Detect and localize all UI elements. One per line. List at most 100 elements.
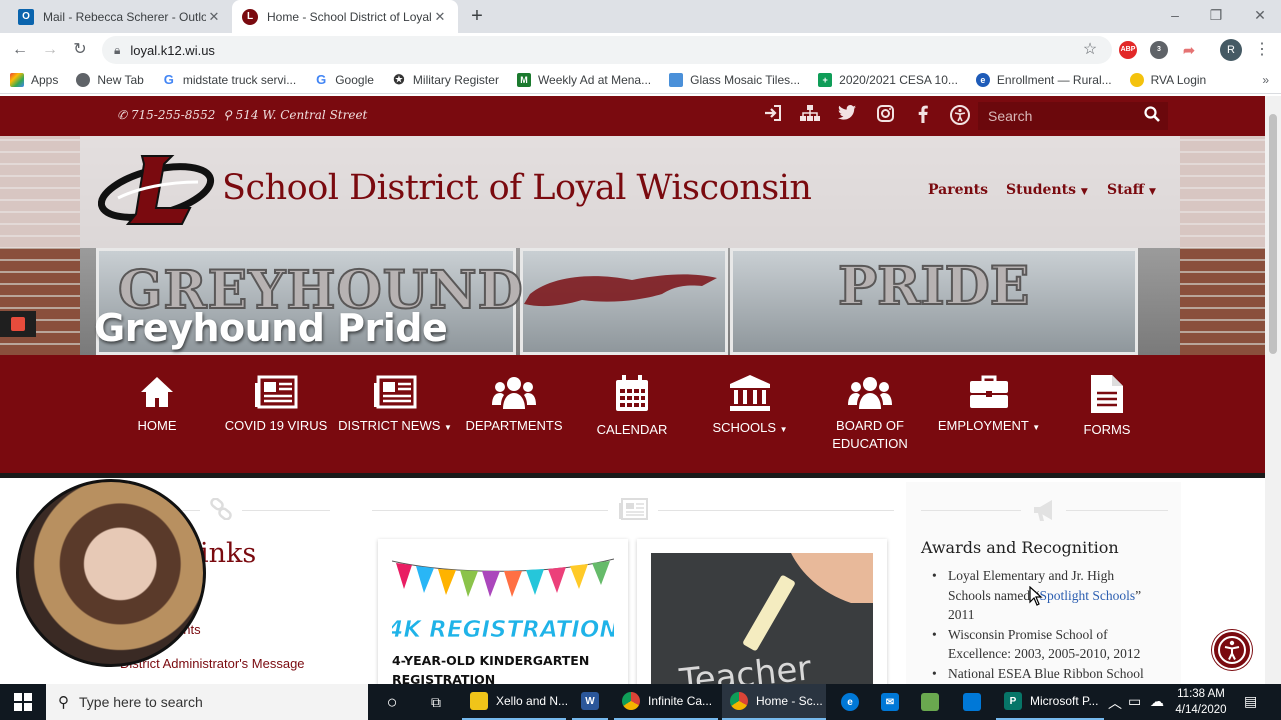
facebook-icon[interactable] (912, 105, 934, 127)
taskbar-app-publisher[interactable]: P Microsoft P... (996, 684, 1104, 720)
more-bookmarks-icon[interactable]: » (1262, 73, 1269, 87)
bookmark-label: Enrollment — Rural... (996, 72, 1112, 87)
nav-parents[interactable]: Parents (928, 182, 988, 198)
taskbar-app-mail[interactable]: ✉ (874, 684, 906, 720)
divider (658, 510, 894, 511)
accessibility-widget-button[interactable] (1212, 630, 1252, 670)
new-tab-button[interactable]: + (466, 5, 488, 27)
publisher-icon: P (1004, 692, 1022, 710)
main-nav-covid19[interactable]: COVID 19 VIRUS (211, 375, 341, 435)
close-icon[interactable]: ✕ (432, 9, 448, 25)
windows-logo-icon (14, 693, 32, 711)
start-button[interactable] (0, 684, 46, 720)
network-icon[interactable]: ▭ (1128, 693, 1141, 710)
main-nav-board-of-education[interactable]: BOARD OF EDUCATION (805, 375, 935, 453)
bookmark-midstate[interactable]: Gmidstate truck servi... (162, 72, 296, 87)
taskbar-app-store[interactable] (956, 684, 988, 720)
bookmark-label: New Tab (97, 72, 144, 87)
bookmarks-bar: Apps New Tab Gmidstate truck servi... GG… (0, 66, 1281, 94)
list-item: Wisconsin Promise School of Excellence: … (930, 625, 1155, 664)
webcam-overlay (16, 479, 206, 667)
nav-students[interactable]: Students ▼ (1006, 182, 1088, 198)
caret-down-icon: ▼ (1080, 187, 1088, 197)
reload-icon[interactable]: ↻ (68, 38, 92, 62)
main-nav-label: COVID 19 VIRUS (224, 418, 328, 433)
news-card-teacher[interactable]: Teacher (637, 539, 887, 684)
cortana-icon[interactable]: ○ (380, 684, 404, 720)
site-title[interactable]: School District of Loyal Wisconsin (222, 168, 812, 208)
bookmark-military-register[interactable]: ✪ Military Register (392, 72, 498, 87)
bookmark-star-icon[interactable]: ☆ (1078, 38, 1102, 62)
bookmark-rva-login[interactable]: RVA Login (1129, 72, 1206, 87)
bookmark-weekly-ad[interactable]: M Weekly Ad at Mena... (516, 72, 651, 87)
tab-outlook-mail[interactable]: O Mail - Rebecca Scherer - Outlook ✕ (8, 0, 232, 33)
onedrive-cloud-icon[interactable]: ☁ (1150, 693, 1164, 710)
bookmark-label: Glass Mosaic Tiles... (690, 72, 801, 87)
site-top-bar: ✆ 715-255-8552 ⚲ 514 W. Central Street (0, 96, 1265, 136)
scrollbar-thumb[interactable] (1269, 114, 1277, 354)
awards-heading: Awards and Recognition (921, 538, 1119, 557)
close-icon[interactable]: ✕ (206, 9, 222, 25)
plus-sheet-icon: + (818, 72, 833, 87)
search-icon[interactable] (1144, 106, 1160, 126)
taskbar-app-chrome-infinite-campus[interactable]: Infinite Ca... (614, 684, 718, 720)
taskbar-search[interactable]: ⚲ Type here to search (46, 684, 368, 720)
bookmark-cesa[interactable]: +2020/2021 CESA 10... (818, 72, 958, 87)
taskbar-app-file-explorer[interactable]: Xello and N... (462, 684, 568, 720)
main-nav-home[interactable]: HOME (92, 375, 222, 435)
bookmark-apps[interactable]: Apps (10, 72, 58, 87)
address-contact[interactable]: ⚲ 514 W. Central Street (223, 108, 367, 122)
extension-badge-icon[interactable]: 3 (1150, 41, 1168, 59)
main-nav-forms[interactable]: FORMS (1042, 375, 1172, 439)
close-window-button[interactable]: ✕ (1240, 4, 1280, 26)
maximize-button[interactable]: ❐ (1196, 4, 1236, 26)
loyal-l-logo-icon[interactable] (98, 152, 216, 230)
instagram-icon[interactable] (874, 105, 896, 127)
notifications-icon[interactable]: ▤ (1244, 693, 1257, 710)
taskbar-app-word[interactable]: W (572, 684, 608, 720)
bookmark-google[interactable]: G Google (314, 72, 374, 87)
edge-icon: e (841, 693, 859, 711)
phone-contact[interactable]: ✆ 715-255-8552 (117, 108, 215, 122)
recording-indicator[interactable] (0, 311, 36, 337)
task-view-icon[interactable]: ⧉ (424, 684, 448, 720)
site-search-input[interactable] (988, 106, 1138, 126)
nav-staff[interactable]: Staff ▼ (1107, 182, 1156, 198)
bookmark-new-tab[interactable]: New Tab (76, 72, 144, 87)
nav-label: Staff (1107, 182, 1145, 198)
main-nav-schools[interactable]: SCHOOLS ▼ (685, 375, 815, 439)
bookmark-glass-mosaic[interactable]: Glass Mosaic Tiles... (669, 72, 801, 87)
spotlight-schools-link[interactable]: Spotlight Schools (1039, 588, 1135, 603)
word-icon: W (581, 692, 599, 710)
taskbar-app-label: Infinite Ca... (648, 694, 713, 708)
main-nav-district-news[interactable]: DISTRICT NEWS ▼ (330, 375, 460, 437)
share-extension-icon[interactable]: ➦ (1180, 41, 1198, 59)
profile-avatar[interactable]: R (1220, 39, 1242, 61)
twitter-icon[interactable] (836, 105, 858, 127)
sign-in-icon[interactable] (762, 105, 784, 127)
news-card-4k-registration[interactable]: 4K REGISTRATION 4-YEAR-OLD KINDERGARTEN … (378, 539, 628, 684)
clock-time: 11:38 AM (1177, 688, 1225, 700)
taskbar-app-computer[interactable] (914, 684, 946, 720)
newspaper-icon (374, 375, 417, 409)
accessibility-icon[interactable] (949, 105, 971, 127)
main-nav-calendar[interactable]: CALENDAR (567, 375, 697, 439)
taskbar-app-chrome-home[interactable]: Home - Sc... (722, 684, 826, 720)
clock-date: 4/14/2020 (1175, 704, 1227, 716)
site-search[interactable] (978, 102, 1168, 130)
back-arrow-icon[interactable]: ← (8, 38, 32, 62)
tray-overflow-chevron-icon[interactable]: ︿ (1108, 693, 1122, 713)
menu-kebab-icon[interactable]: ⋮ (1250, 38, 1274, 62)
minimize-button[interactable]: – (1155, 4, 1195, 26)
tab-school-district-home[interactable]: L Home - School District of Loyal W ✕ (232, 0, 458, 33)
system-clock[interactable]: 11:38 AM 4/14/2020 (1170, 686, 1232, 718)
main-nav-employment[interactable]: EMPLOYMENT ▼ (924, 375, 1054, 437)
forward-arrow-icon[interactable]: → (38, 38, 62, 62)
page-scrollbar[interactable] (1265, 96, 1281, 684)
bookmark-enrollment[interactable]: e Enrollment — Rural... (975, 72, 1112, 87)
address-bar[interactable]: 🔒︎ loyal.k12.wi.us (102, 36, 1112, 64)
sitemap-icon[interactable] (799, 105, 821, 127)
taskbar-app-edge[interactable]: e (834, 684, 866, 720)
adblock-plus-icon[interactable]: ABP (1119, 41, 1137, 59)
main-nav-departments[interactable]: DEPARTMENTS (449, 375, 579, 435)
